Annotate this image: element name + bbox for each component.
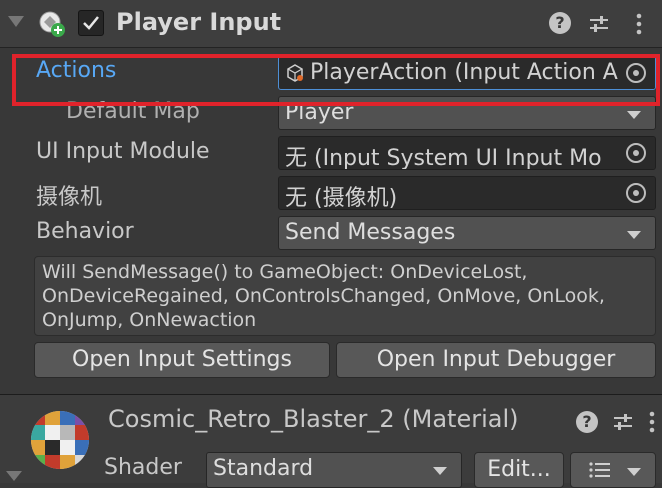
component-enabled-checkbox[interactable] bbox=[78, 10, 104, 36]
help-icon[interactable]: ? bbox=[576, 411, 598, 433]
list-icon bbox=[589, 462, 611, 478]
help-icon[interactable]: ? bbox=[549, 12, 571, 34]
help-line: Will SendMessage() to GameObject: OnDevi… bbox=[42, 261, 528, 283]
foldout-arrow-icon[interactable] bbox=[6, 471, 22, 481]
foldout-arrow-icon[interactable] bbox=[8, 16, 24, 27]
component-title: Player Input bbox=[116, 8, 282, 36]
ui-input-module-label: UI Input Module bbox=[36, 139, 210, 164]
script-icon bbox=[38, 10, 66, 38]
preset-icon[interactable] bbox=[588, 13, 610, 35]
chevron-down-icon bbox=[627, 111, 641, 119]
camera-value: 无 (摄像机) bbox=[285, 186, 398, 210]
menu-icon[interactable] bbox=[646, 410, 658, 434]
ui-input-module-field[interactable]: 无 (Input System UI Input Mo bbox=[278, 136, 656, 170]
ui-input-module-value: 无 (Input System UI Input Mo bbox=[285, 146, 602, 170]
behavior-value: Send Messages bbox=[285, 220, 456, 245]
camera-object-picker[interactable] bbox=[619, 177, 655, 209]
chevron-down-icon bbox=[627, 231, 641, 239]
behavior-dropdown[interactable]: Send Messages bbox=[278, 216, 656, 250]
chevron-down-icon bbox=[627, 468, 641, 476]
behavior-help-box: Will SendMessage() to GameObject: OnDevi… bbox=[34, 256, 656, 336]
object-picker-icon bbox=[626, 183, 646, 203]
open-input-settings-button[interactable]: Open Input Settings bbox=[34, 342, 330, 378]
camera-label: 摄像机 bbox=[36, 185, 103, 210]
camera-field[interactable]: 无 (摄像机) bbox=[278, 176, 656, 210]
help-line: OnDeviceRegained, OnControlsChanged, OnM… bbox=[42, 285, 605, 307]
focus-highlight-box bbox=[12, 54, 660, 106]
open-input-debugger-button[interactable]: Open Input Debugger bbox=[336, 342, 656, 378]
material-title: Cosmic_Retro_Blaster_2 (Material) bbox=[108, 405, 519, 433]
chevron-down-icon bbox=[433, 467, 447, 475]
ui-input-module-object-picker[interactable] bbox=[619, 137, 655, 169]
material-preview-sphere-icon bbox=[30, 410, 90, 470]
behavior-label: Behavior bbox=[36, 219, 134, 244]
shader-value: Standard bbox=[213, 456, 314, 481]
help-line: OnJump, OnNewaction bbox=[42, 309, 257, 331]
menu-icon[interactable] bbox=[632, 12, 646, 36]
shader-label: Shader bbox=[104, 455, 182, 480]
preset-icon[interactable] bbox=[612, 411, 634, 433]
object-picker-icon bbox=[626, 143, 646, 163]
